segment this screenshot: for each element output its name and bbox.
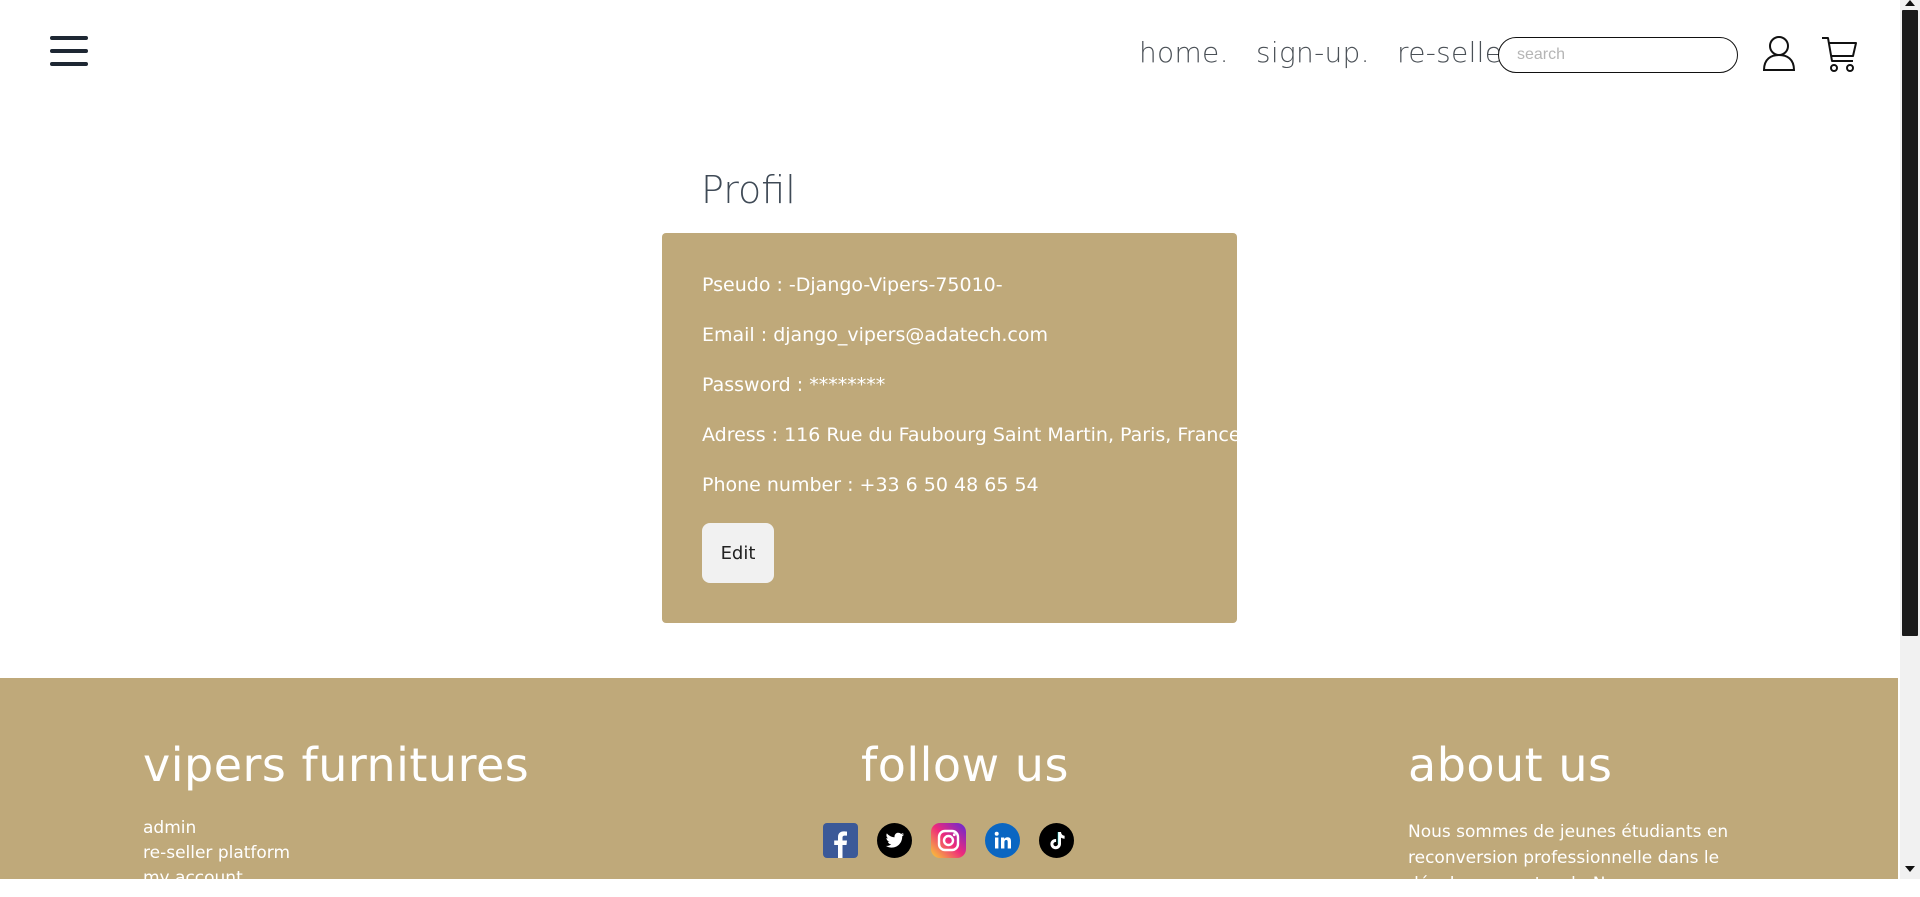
scroll-up-arrow-icon[interactable] <box>1905 0 1915 6</box>
footer-about-text: Nous sommes de jeunes étudiants en recon… <box>1408 822 1729 894</box>
footer-about-title: about us <box>1408 738 1613 792</box>
hamburger-menu-icon[interactable] <box>50 34 90 68</box>
page-scrollbar[interactable] <box>1900 0 1920 879</box>
search-input[interactable] <box>1498 37 1738 73</box>
profile-field-address: Adress : 116 Rue du Faubourg Saint Marti… <box>702 424 1241 446</box>
profile-field-email: Email : django_vipers@adatech.com <box>702 324 1048 346</box>
cart-icon[interactable] <box>1820 34 1858 79</box>
user-icon[interactable] <box>1762 34 1796 77</box>
footer-links: admin re-seller platform my account <box>143 816 290 891</box>
profile-field-pseudo: Pseudo : -Django-Vipers-75010- <box>702 274 1003 296</box>
nav-link-sign-up[interactable]: sign-up. <box>1256 36 1370 69</box>
edit-button[interactable]: Edit <box>702 523 774 583</box>
social-links <box>823 823 1074 858</box>
site-footer: vipers furnitures admin re-seller platfo… <box>0 678 1898 894</box>
profile-field-password: Password : ******** <box>702 374 886 396</box>
facebook-icon[interactable] <box>823 823 858 858</box>
tiktok-icon[interactable] <box>1039 823 1074 858</box>
scroll-down-arrow-icon[interactable] <box>1905 866 1915 872</box>
page-title: Profil <box>701 168 796 212</box>
nav-link-home[interactable]: home. <box>1139 36 1229 69</box>
footer-link-admin[interactable]: admin <box>143 816 290 841</box>
main-nav: home. sign-up. re-seller. <box>1139 36 1539 69</box>
footer-link-re-seller-platform[interactable]: re-seller platform <box>143 841 290 866</box>
twitter-icon[interactable] <box>877 823 912 858</box>
footer-brand-title: vipers furnitures <box>143 738 530 792</box>
instagram-icon[interactable] <box>931 823 966 858</box>
profile-card: Pseudo : -Django-Vipers-75010- Email : d… <box>662 233 1241 623</box>
profile-field-phone: Phone number : +33 6 50 48 65 54 <box>702 474 1039 496</box>
footer-follow-title: follow us <box>861 738 1069 792</box>
linkedin-icon[interactable] <box>985 823 1020 858</box>
scrollbar-thumb[interactable] <box>1902 10 1918 636</box>
site-header: home. sign-up. re-seller. <box>0 0 1898 110</box>
